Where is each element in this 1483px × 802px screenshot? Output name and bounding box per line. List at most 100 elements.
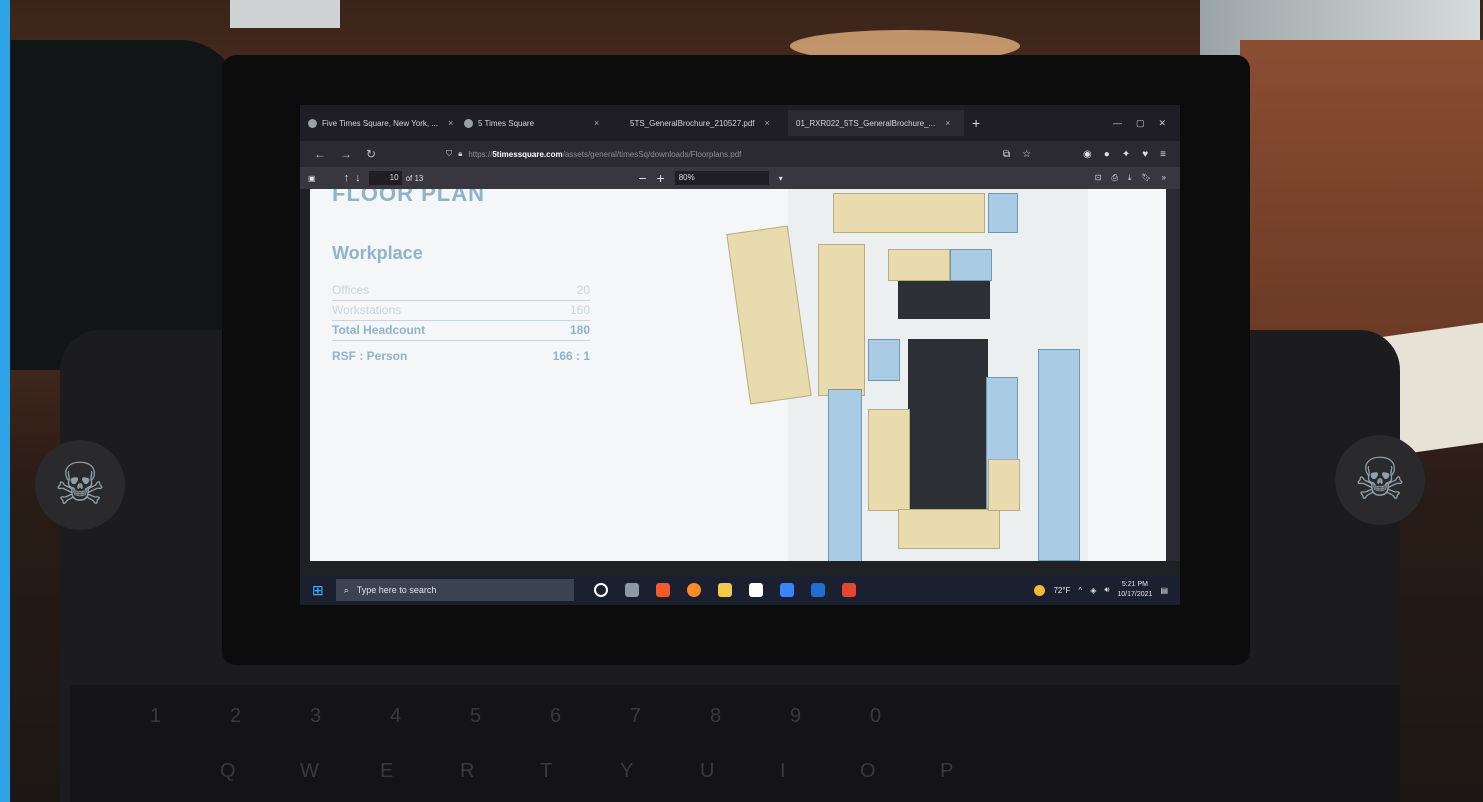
pdf-page: FLOOR PLAN Workplace Offices 20 Workstat…	[310, 189, 1166, 561]
browser-nav-bar: ← → ↻ ⛉ 🔒︎ https:// 5timessquare.com /as…	[300, 141, 1180, 167]
system-tray: 72°F ^ ◈ 🔊︎ 5:21 PM 10/17/2021 ▤	[1034, 580, 1180, 600]
favicon-icon	[464, 118, 473, 128]
powerpoint-icon[interactable]	[841, 583, 856, 597]
stat-label: Total Headcount	[332, 323, 426, 337]
reload-icon[interactable]: ↻	[366, 147, 376, 161]
background-bag	[10, 40, 240, 370]
print-icon[interactable]: ⎙	[1111, 173, 1117, 183]
forward-icon[interactable]: →	[340, 147, 352, 161]
favicon-icon	[308, 118, 317, 128]
word-icon[interactable]	[779, 583, 794, 597]
clock-date: 10/17/2021	[1117, 591, 1153, 598]
workstation-zone	[898, 509, 1000, 549]
save-icon[interactable]: ⤓	[1128, 173, 1132, 183]
next-page-icon[interactable]: ↓	[355, 172, 361, 184]
bookmark-icon[interactable]: 🔖︎	[1141, 173, 1151, 183]
tab-label: Five Times Square, New York, ...	[322, 118, 439, 128]
account-icon[interactable]: ●	[1104, 149, 1110, 160]
browser-tab[interactable]: 5 Times Square ×	[456, 110, 622, 136]
weather-temperature[interactable]: 72°F	[1053, 586, 1070, 595]
core-zone	[898, 281, 990, 319]
workstation-zone	[988, 459, 1020, 511]
url-prefix: https://	[468, 149, 493, 159]
tab-label: 5TS_GeneralBrochure_210527.pdf	[630, 118, 755, 128]
skull-icon-right: ☠	[1335, 435, 1425, 525]
window-close-icon[interactable]: ✕	[1158, 118, 1166, 129]
table-row: Offices 20	[332, 281, 590, 301]
stats-table: Offices 20 Workstations 160 Total Headco…	[332, 281, 590, 366]
skull-icon-left: ☠	[35, 440, 125, 530]
stat-value: 160	[569, 303, 590, 317]
tab-label: 5 Times Square	[478, 118, 535, 128]
outlook-icon[interactable]	[810, 583, 825, 597]
workstation-zone	[833, 193, 985, 233]
url-host: 5timessquare.com	[492, 149, 563, 159]
close-icon[interactable]: ×	[765, 118, 770, 128]
blue-frame-edge	[0, 0, 10, 802]
close-icon[interactable]: ×	[945, 118, 950, 128]
network-icon[interactable]: ◈	[1090, 586, 1096, 595]
ratio-value: 166 : 1	[552, 349, 590, 363]
presentation-icon[interactable]: ⊡	[1095, 173, 1102, 183]
browser-tab[interactable]: Five Times Square, New York, ... ×	[300, 110, 456, 136]
stat-label: Workstations	[332, 303, 402, 317]
menu-icon[interactable]: ≡	[1160, 149, 1166, 160]
bookmark-star-icon[interactable]: ☆	[1022, 149, 1031, 160]
laptop-screen: Five Times Square, New York, ... × 5 Tim…	[300, 105, 1180, 605]
browser-tab-active[interactable]: 01_RXR022_5TS_GeneralBrochure_... ×	[788, 110, 964, 136]
extension-icon[interactable]: ✦	[1122, 149, 1130, 160]
brave-browser-icon[interactable]	[655, 583, 670, 597]
store-icon[interactable]	[748, 583, 763, 597]
chevron-down-icon[interactable]: ▾	[779, 174, 783, 183]
search-icon: ⌕	[343, 584, 349, 595]
windows-taskbar: ⊞ ⌕ Type here to search 72°F ^ ◈ 🔊︎ 5:21…	[300, 575, 1180, 605]
workstation-zone	[726, 225, 812, 405]
clock-time: 5:21 PM	[1121, 581, 1148, 588]
more-tools-icon[interactable]: »	[1162, 173, 1166, 183]
translate-icon[interactable]: ⧉	[1003, 149, 1010, 160]
browser-tab[interactable]: 5TS_GeneralBrochure_210527.pdf ×	[622, 110, 788, 136]
office-zone	[988, 193, 1018, 233]
address-bar[interactable]: ⛉ 🔒︎ https:// 5timessquare.com /assets/g…	[446, 149, 866, 159]
heart-extension-icon[interactable]: ♥	[1142, 149, 1148, 160]
zoom-in-button[interactable]: +	[657, 170, 665, 186]
close-icon[interactable]: ×	[448, 118, 453, 128]
firefox-icon[interactable]	[686, 583, 701, 597]
sidebar-toggle-icon[interactable]: ▣	[308, 174, 316, 183]
zoom-out-button[interactable]: −	[638, 170, 646, 186]
office-zone	[828, 389, 862, 561]
chevron-up-icon[interactable]: ^	[1078, 586, 1082, 595]
new-tab-button[interactable]: +	[972, 115, 980, 131]
back-icon[interactable]: ←	[314, 147, 326, 161]
close-icon[interactable]: ×	[594, 118, 599, 128]
workstation-zone	[868, 409, 910, 511]
taskbar-clock[interactable]: 5:21 PM 10/17/2021	[1117, 580, 1152, 600]
device-keyboard: 12 34 56 78 90 QW ER TY UI OP	[70, 685, 1400, 802]
page-number-input[interactable]: 10	[368, 171, 402, 185]
file-explorer-icon[interactable]	[717, 583, 732, 597]
previous-page-icon[interactable]: ↑	[344, 172, 350, 184]
pdf-toolbar: ▣ ↑ ↓ 10 of 13 − + 80% ▾ ⊡ ⎙ ⤓ 🔖︎ »	[300, 167, 1180, 189]
windows-start-icon[interactable]: ⊞	[312, 582, 324, 599]
weather-icon[interactable]	[1034, 584, 1046, 596]
shield-extension-icon[interactable]: ◉	[1083, 149, 1092, 160]
pdf-scrollbar[interactable]	[1166, 189, 1180, 561]
lock-icon: 🔒︎	[458, 149, 463, 158]
taskbar-search-box[interactable]: ⌕ Type here to search	[335, 579, 574, 601]
zoom-select[interactable]: 80%	[674, 171, 769, 185]
notifications-icon[interactable]: ▤	[1160, 586, 1168, 595]
page-heading: FLOOR PLAN	[332, 189, 485, 206]
stat-label: Offices	[332, 283, 370, 297]
cortana-icon[interactable]	[593, 583, 608, 597]
maximize-icon[interactable]: ▢	[1136, 118, 1145, 129]
url-path: /assets/general/timesSq/downloads/Floorp…	[562, 149, 742, 159]
workstation-zone	[888, 249, 950, 281]
browser-tab-bar: Five Times Square, New York, ... × 5 Tim…	[300, 105, 1180, 141]
volume-icon[interactable]: 🔊︎	[1104, 585, 1109, 595]
background-wood-panel	[1240, 40, 1483, 340]
minimize-icon[interactable]: —	[1113, 118, 1122, 129]
table-row: Workstations 160	[332, 301, 590, 321]
office-zone	[950, 249, 992, 281]
section-title: Workplace	[332, 243, 423, 263]
task-view-icon[interactable]	[624, 583, 639, 597]
